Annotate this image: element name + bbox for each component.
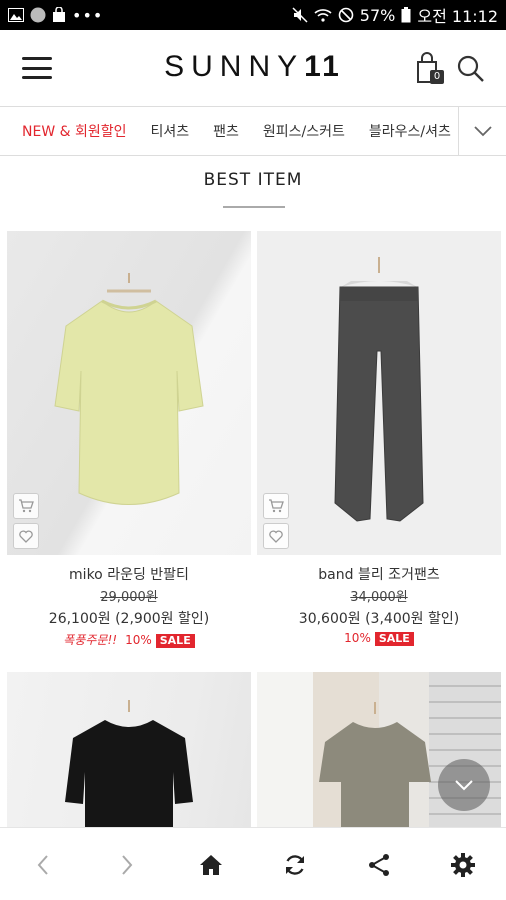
product-image[interactable] <box>257 231 501 555</box>
status-left: ••• <box>8 6 103 25</box>
heart-icon <box>19 529 33 543</box>
refresh-button[interactable] <box>280 850 310 880</box>
product-name[interactable]: miko 라운딩 반팔티 <box>7 564 251 584</box>
sale-badge: SALE <box>155 634 195 648</box>
scroll-down-button[interactable] <box>438 759 490 811</box>
more-dots-icon: ••• <box>72 5 104 25</box>
black-top-photo <box>65 700 193 828</box>
product-price: 30,600원 (3,400원 할인) <box>298 611 460 627</box>
share-icon <box>369 854 389 876</box>
add-to-cart-button[interactable] <box>263 493 289 519</box>
product-card[interactable]: miko 라운딩 반팔티 29,000원 26,100원 (2,900원 할인)… <box>7 231 251 651</box>
sale-badge: SALE <box>374 632 414 646</box>
bag-icon <box>53 7 65 22</box>
back-button[interactable] <box>28 850 58 880</box>
home-icon <box>200 855 222 875</box>
search-button[interactable] <box>456 54 486 84</box>
discount-percent: 10% <box>125 633 152 647</box>
chevron-down-icon <box>455 780 473 791</box>
section-title: BEST ITEM <box>203 170 303 190</box>
home-button[interactable] <box>196 850 226 880</box>
product-name[interactable]: band 블리 조거팬츠 <box>257 564 501 584</box>
category-nav: NEW & 회원할인 티셔츠 팬츠 원피스/스커트 블라우스/셔츠 <box>0 106 506 156</box>
section-divider <box>223 206 285 208</box>
chevron-left-icon <box>37 855 48 875</box>
chevron-down-icon <box>473 126 492 137</box>
promo-label: 폭풍주문!! <box>63 633 118 647</box>
header: SUNNY11 0 <box>0 30 506 106</box>
product-badges: 폭풍주문!! 10% SALE <box>7 631 251 648</box>
circle-icon <box>30 7 46 23</box>
category-dress-skirt[interactable]: 원피스/스커트 <box>263 121 345 141</box>
cart-icon <box>269 499 284 513</box>
product-image[interactable] <box>7 231 251 555</box>
category-pants[interactable]: 팬츠 <box>213 121 239 141</box>
forward-button[interactable] <box>112 850 142 880</box>
product-card[interactable] <box>7 672 251 828</box>
category-list: NEW & 회원할인 티셔츠 팬츠 원피스/스커트 블라우스/셔츠 <box>0 121 458 141</box>
pants-photo <box>334 257 424 522</box>
product-original-price: 29,000원 <box>100 590 158 605</box>
bottom-nav <box>0 827 506 900</box>
category-more-button[interactable] <box>458 107 506 155</box>
product-badges: 10% SALE <box>257 631 501 646</box>
heart-icon <box>269 529 283 543</box>
category-tshirts[interactable]: 티셔츠 <box>151 121 190 141</box>
status-right: 57% 오전 11:12 <box>292 3 498 27</box>
mute-icon <box>292 7 308 23</box>
search-icon <box>457 55 484 82</box>
category-new-member-sale[interactable]: NEW & 회원할인 <box>22 121 127 141</box>
product-image[interactable] <box>7 672 251 828</box>
discount-percent: 10% <box>344 631 371 645</box>
wifi-icon <box>314 9 332 22</box>
product-card[interactable]: band 블리 조거팬츠 34,000원 30,600원 (3,400원 할인)… <box>257 231 501 651</box>
no-signal-icon <box>338 7 354 23</box>
share-button[interactable] <box>364 850 394 880</box>
battery-icon <box>401 7 411 23</box>
image-icon <box>8 8 24 22</box>
chevron-right-icon <box>122 855 133 875</box>
product-original-price: 34,000원 <box>350 590 408 605</box>
settings-button[interactable] <box>448 850 478 880</box>
clock: 오전 11:12 <box>417 7 498 26</box>
logo-number: 11 <box>304 50 342 83</box>
cart-button[interactable]: 0 <box>414 52 446 86</box>
wishlist-button[interactable] <box>263 523 289 549</box>
category-blouse-shirt[interactable]: 블라우스/셔츠 <box>369 121 451 141</box>
battery-percent: 57% <box>359 5 396 25</box>
tshirt-photo <box>54 273 204 505</box>
cart-icon <box>19 499 34 513</box>
add-to-cart-button[interactable] <box>13 493 39 519</box>
refresh-icon <box>285 855 305 875</box>
product-price: 26,100원 (2,900원 할인) <box>48 611 210 627</box>
status-bar: ••• 57% 오전 11:12 <box>0 0 506 30</box>
gear-icon <box>451 853 475 877</box>
cart-count: 0 <box>433 71 441 82</box>
logo-text: SUNNY <box>164 50 305 83</box>
wishlist-button[interactable] <box>13 523 39 549</box>
